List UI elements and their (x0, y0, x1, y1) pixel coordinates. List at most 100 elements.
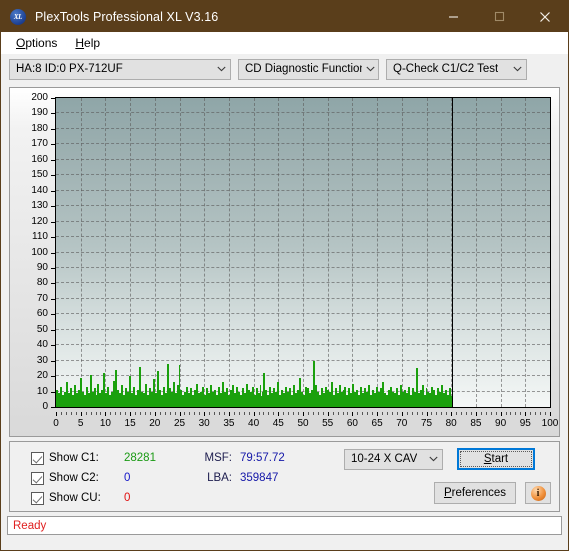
minimize-icon[interactable] (430, 1, 476, 32)
preferences-button[interactable]: Preferences (434, 482, 516, 504)
x-axis-tick (475, 412, 477, 416)
y-axis-tick-label: 20 (36, 370, 48, 382)
x-axis-minor-tick (495, 412, 497, 415)
menu-item-help[interactable]: Help (66, 34, 109, 52)
y-axis-tick-label: 80 (36, 277, 48, 289)
x-axis-minor-tick (115, 412, 117, 415)
chevron-down-icon (425, 456, 442, 462)
show-c2-row[interactable]: Show C2: 0 (31, 468, 156, 488)
x-axis-minor-tick (540, 412, 542, 415)
x-axis-tick-label: 85 (470, 418, 482, 429)
close-icon[interactable] (522, 1, 568, 32)
show-c2-checkbox[interactable] (31, 471, 44, 485)
show-c1-checkbox[interactable] (31, 451, 44, 465)
x-axis-minor-tick (312, 412, 314, 415)
maximize-icon[interactable] (476, 1, 522, 32)
x-axis-minor-tick (441, 412, 443, 415)
x-axis-minor-tick (342, 412, 344, 415)
y-axis-tick-label: 0 (42, 401, 48, 412)
x-axis-minor-tick (337, 412, 339, 415)
msf-value: 79:57.72 (240, 452, 285, 464)
y-axis-tick-label: 200 (31, 92, 48, 103)
x-axis-minor-tick (65, 412, 67, 415)
msf-row: MSF: 79:57.72 (196, 448, 285, 468)
x-axis-minor-tick (485, 412, 487, 415)
x-axis-tick-label: 65 (371, 418, 383, 429)
x-axis-minor-tick (199, 412, 201, 415)
chart-panel: 0 10 20 30 40 50 60 70 80 90 100 110 120 130 140 150 160… (9, 87, 560, 437)
x-axis-tick-label: 10 (99, 418, 111, 429)
x-axis-minor-tick (243, 412, 245, 415)
x-axis-tick (401, 412, 403, 416)
x-axis-minor-tick (283, 412, 285, 415)
x-axis-tick-label: 5 (77, 418, 84, 429)
show-cu-checkbox[interactable] (31, 491, 44, 505)
x-axis-minor-tick (362, 412, 364, 415)
y-axis-tick-label: 180 (31, 122, 48, 134)
x-axis-minor-tick (436, 412, 438, 415)
stats-panel: Show C1: 28281 Show C2: 0 Show CU: 0 MSF… (9, 441, 560, 512)
position-readout: MSF: 79:57.72 LBA: 359847 (196, 448, 285, 488)
x-axis-tick (451, 412, 453, 416)
preferences-button-label: Preferences (443, 487, 506, 499)
plextools-window: XL PlexTools Professional XL V3.16 Optio… (0, 0, 569, 551)
menu-item-options[interactable]: Options (7, 34, 66, 52)
x-axis-minor-tick (209, 412, 211, 415)
lba-value: 359847 (240, 472, 279, 484)
x-axis-minor-tick (273, 412, 275, 415)
x-axis-tick (550, 412, 551, 416)
x-axis-tick (352, 412, 354, 416)
speed-select[interactable]: 10-24 X CAV (344, 448, 443, 470)
x-axis-tick (500, 412, 502, 416)
x-axis-minor-tick (367, 412, 369, 415)
x-axis-minor-tick (258, 412, 260, 415)
x-axis-minor-tick (189, 412, 191, 415)
x-axis-tick-label: 15 (124, 418, 136, 429)
x-axis-minor-tick (317, 412, 319, 415)
x-axis-minor-tick (545, 412, 547, 415)
test-select[interactable]: Q-Check C1/C2 Test (386, 58, 527, 80)
y-axis-tick-label: 60 (36, 308, 48, 320)
start-button[interactable]: Start (457, 448, 535, 470)
chart-baseline-fill (56, 396, 453, 407)
controls-row-bottom: Preferences i (344, 482, 551, 504)
x-axis-minor-tick (461, 412, 463, 415)
selector-toolbar: HA:8 ID:0 PX-712UF CD Diagnostic Functio… (1, 54, 568, 84)
x-axis-minor-tick (60, 412, 62, 415)
start-button-label: Start (483, 453, 509, 465)
function-select-value: CD Diagnostic Functions (245, 63, 363, 75)
x-axis-minor-tick (223, 412, 225, 415)
y-axis-tick-label: 50 (36, 323, 48, 335)
x-axis-minor-tick (431, 412, 433, 415)
show-c1-row[interactable]: Show C1: 28281 (31, 448, 156, 468)
y-axis-tick-label: 170 (31, 138, 48, 150)
x-axis-minor-tick (307, 412, 309, 415)
x-axis-minor-tick (184, 412, 186, 415)
x-axis-minor-tick (298, 412, 300, 415)
chart-surface: 0 10 20 30 40 50 60 70 80 90 100 110 120 130 140 150 160… (10, 88, 559, 436)
x-axis-minor-tick (470, 412, 472, 415)
x-axis-tick (204, 412, 206, 416)
x-axis-tick-label: 40 (248, 418, 260, 429)
function-select[interactable]: CD Diagnostic Functions (238, 58, 379, 80)
x-axis-minor-tick (125, 412, 127, 415)
x-axis-tick-label: 80 (445, 418, 457, 429)
x-axis-minor-tick (95, 412, 97, 415)
x-axis-tick (154, 412, 156, 416)
chart-x-axis: 0 5 10 15 20 25 30 35 40 45 50 55 60 65 70 75 80 85 90 95 10… (53, 412, 558, 432)
x-axis-minor-tick (421, 412, 423, 415)
drive-select[interactable]: HA:8 ID:0 PX-712UF (9, 58, 231, 80)
chart-series-c1 (56, 98, 550, 407)
x-axis-minor-tick (100, 412, 102, 415)
x-axis-minor-tick (149, 412, 151, 415)
x-axis-tick-label: 20 (149, 418, 161, 429)
info-button[interactable]: i (525, 482, 551, 504)
x-axis-minor-tick (480, 412, 482, 415)
x-axis-minor-tick (248, 412, 250, 415)
c2-value: 0 (124, 472, 131, 484)
x-axis-minor-tick (322, 412, 324, 415)
c1-value: 28281 (124, 452, 156, 464)
x-axis-minor-tick (515, 412, 517, 415)
show-cu-row[interactable]: Show CU: 0 (31, 488, 156, 508)
chart-plot-area[interactable] (55, 97, 551, 408)
